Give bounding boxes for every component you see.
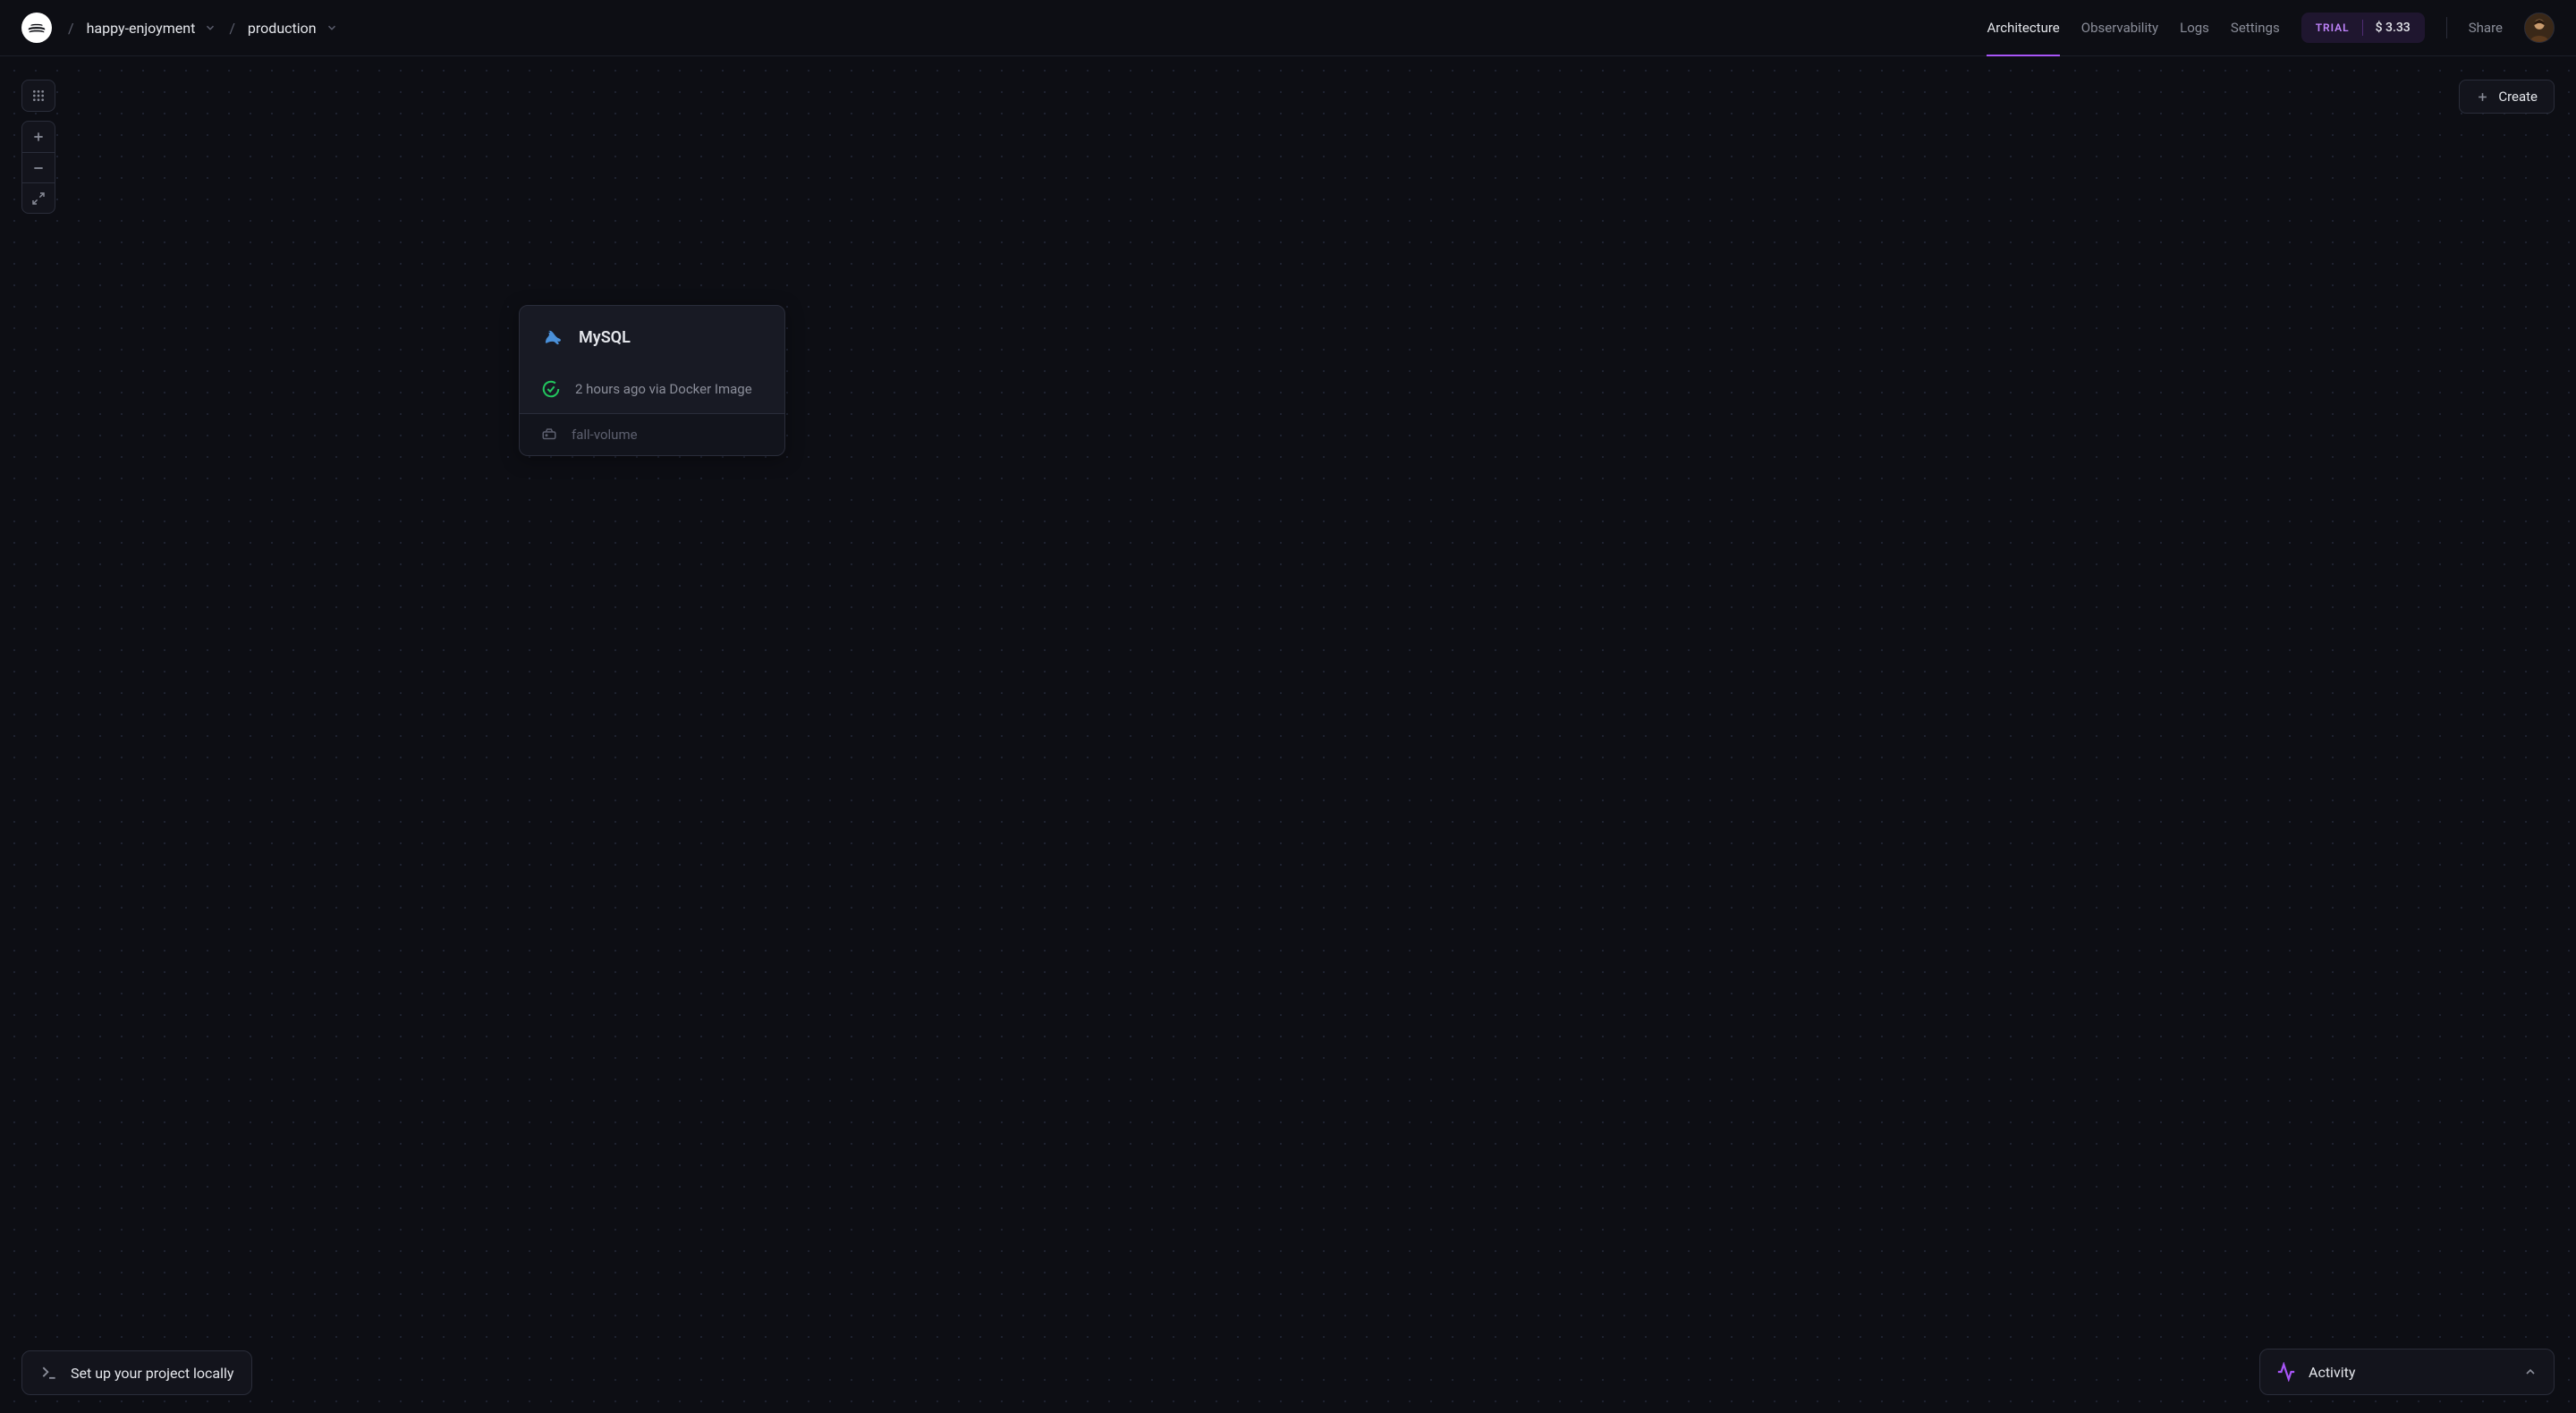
tab-label: Logs: [2180, 20, 2209, 36]
zoom-in-button[interactable]: [22, 122, 55, 152]
tab-label: Architecture: [1987, 20, 2059, 36]
service-status-row: 2 hours ago via Docker Image: [541, 379, 763, 399]
avatar-image: [2525, 13, 2554, 42]
check-circle-icon: [541, 379, 561, 399]
share-button[interactable]: Share: [2469, 20, 2503, 36]
plus-icon: [2476, 90, 2489, 104]
activity-label: Activity: [2309, 1364, 2355, 1381]
breadcrumb: / happy-enjoyment / production: [68, 20, 338, 37]
brand-logo[interactable]: [21, 13, 52, 43]
service-node-body: MySQL 2 hours ago via Docker Image: [520, 306, 784, 413]
chevron-down-icon: [326, 21, 338, 34]
service-name: MySQL: [579, 328, 631, 347]
chevron-down-icon: [204, 21, 216, 34]
architecture-canvas[interactable]: Create MySQL 2 h: [0, 56, 2576, 1413]
breadcrumb-environment[interactable]: production: [248, 20, 338, 37]
grid-toggle-button[interactable]: [22, 80, 55, 111]
trial-badge[interactable]: TRIAL $ 3.33: [2301, 13, 2425, 43]
terminal-icon: [40, 1364, 58, 1382]
breadcrumb-environment-label: production: [248, 20, 317, 37]
tab-architecture[interactable]: Architecture: [1987, 0, 2059, 56]
create-button[interactable]: Create: [2459, 80, 2555, 114]
local-setup-label: Set up your project locally: [71, 1365, 233, 1382]
tab-label: Settings: [2231, 20, 2280, 36]
breadcrumb-separator: /: [68, 20, 74, 37]
vertical-divider: [2446, 17, 2447, 38]
hard-drive-icon: [541, 427, 557, 443]
avatar[interactable]: [2524, 13, 2555, 43]
volume-name: fall-volume: [572, 427, 638, 443]
trial-text: TRIAL: [2316, 21, 2350, 34]
fit-view-button[interactable]: [22, 182, 55, 213]
service-status-text: 2 hours ago via Docker Image: [575, 381, 752, 397]
breadcrumb-separator: /: [229, 20, 235, 37]
tool-group-view: [21, 80, 55, 112]
activity-panel[interactable]: Activity: [2259, 1349, 2555, 1395]
railway-icon: [27, 18, 47, 38]
badge-divider: [2362, 20, 2363, 36]
canvas-tools: [21, 80, 55, 214]
app-header: / happy-enjoyment / production Architect…: [0, 0, 2576, 56]
tab-logs[interactable]: Logs: [2180, 0, 2209, 56]
tab-settings[interactable]: Settings: [2231, 0, 2280, 56]
service-volume-row[interactable]: fall-volume: [520, 413, 784, 455]
nav-tabs: Architecture Observability Logs Settings: [1987, 0, 2279, 56]
expand-icon: [31, 191, 46, 206]
create-label: Create: [2498, 89, 2538, 105]
grid-icon: [31, 89, 46, 103]
zoom-out-button[interactable]: [22, 152, 55, 182]
activity-icon: [2276, 1362, 2296, 1382]
minus-icon: [31, 161, 46, 175]
breadcrumb-project-label: happy-enjoyment: [87, 20, 196, 37]
mysql-icon: [541, 326, 564, 349]
plus-icon: [31, 130, 46, 144]
service-title-row: MySQL: [541, 326, 763, 349]
chevron-up-icon: [2523, 1365, 2538, 1379]
tool-group-zoom: [21, 121, 55, 214]
trial-amount: $ 3.33: [2376, 21, 2411, 35]
tab-observability[interactable]: Observability: [2081, 0, 2158, 56]
tab-label: Observability: [2081, 20, 2158, 36]
breadcrumb-project[interactable]: happy-enjoyment: [87, 20, 217, 37]
service-node-mysql[interactable]: MySQL 2 hours ago via Docker Image: [519, 305, 785, 456]
local-setup-panel[interactable]: Set up your project locally: [21, 1350, 252, 1395]
header-right: Architecture Observability Logs Settings…: [1987, 0, 2555, 56]
